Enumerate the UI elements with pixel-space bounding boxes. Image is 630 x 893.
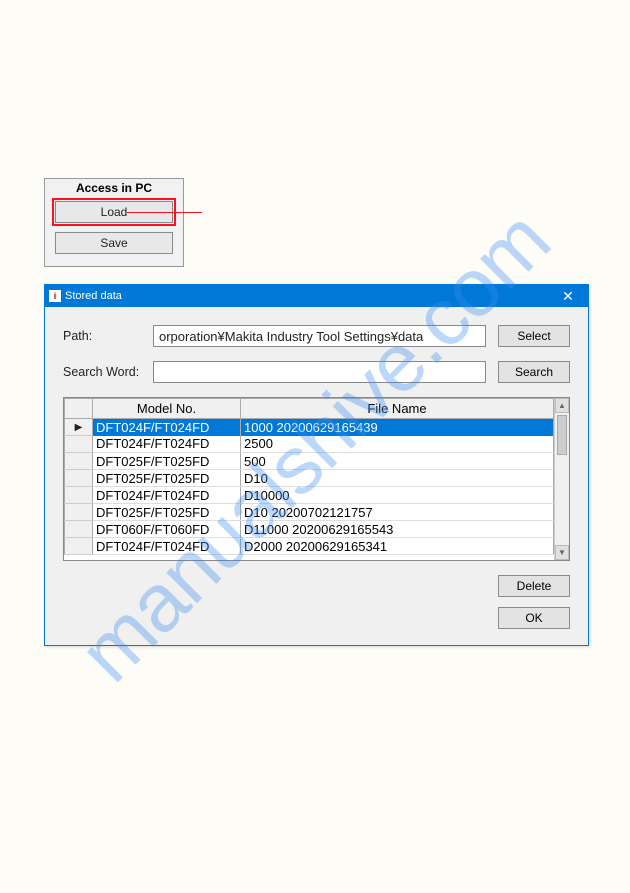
table-row[interactable]: DFT024F/FT024FD2500	[65, 436, 554, 453]
stored-data-dialog: i Stored data ✕ Path: Select Search Word…	[44, 284, 589, 646]
table-row[interactable]: DFT060F/FT060FDD11000 20200629165543	[65, 521, 554, 538]
cell-file: D10 20200702121757	[241, 504, 554, 521]
cell-model: DFT024F/FT024FD	[93, 436, 241, 453]
row-marker	[65, 470, 93, 487]
search-input[interactable]	[153, 361, 486, 383]
cell-file: 1000 20200629165439	[241, 419, 554, 436]
data-table: Model No. File Name ▶DFT024F/FT024FD1000…	[64, 398, 554, 555]
scroll-thumb[interactable]	[557, 415, 567, 455]
search-button[interactable]: Search	[498, 361, 570, 383]
delete-button[interactable]: Delete	[498, 575, 570, 597]
scrollbar: ▲ ▼	[554, 398, 569, 560]
cell-file: D10000	[241, 487, 554, 504]
scroll-down-button[interactable]: ▼	[555, 545, 569, 560]
cell-file: 2500	[241, 436, 554, 453]
access-panel: Access in PC Load Save	[44, 178, 184, 267]
cell-model: DFT024F/FT024FD	[93, 538, 241, 555]
row-marker	[65, 521, 93, 538]
callout-line	[127, 212, 202, 214]
cell-file: D11000 20200629165543	[241, 521, 554, 538]
search-word-label: Search Word:	[63, 365, 153, 379]
table-row[interactable]: DFT024F/FT024FDD10000	[65, 487, 554, 504]
cell-file: D10	[241, 470, 554, 487]
scroll-up-button[interactable]: ▲	[555, 398, 569, 413]
table-row[interactable]: DFT024F/FT024FDD2000 20200629165341	[65, 538, 554, 555]
cell-file: 500	[241, 453, 554, 470]
titlebar-text: Stored data	[65, 290, 122, 302]
close-icon: ✕	[562, 289, 574, 303]
cell-model: DFT024F/FT024FD	[93, 487, 241, 504]
select-button[interactable]: Select	[498, 325, 570, 347]
row-marker	[65, 453, 93, 470]
ok-button[interactable]: OK	[498, 607, 570, 629]
titlebar: i Stored data ✕	[45, 285, 588, 307]
save-button[interactable]: Save	[55, 232, 173, 254]
row-marker: ▶	[65, 419, 93, 436]
column-file[interactable]: File Name	[241, 399, 554, 419]
row-marker	[65, 487, 93, 504]
table-row[interactable]: ▶DFT024F/FT024FD1000 20200629165439	[65, 419, 554, 436]
cell-model: DFT025F/FT025FD	[93, 504, 241, 521]
cell-file: D2000 20200629165341	[241, 538, 554, 555]
column-model[interactable]: Model No.	[93, 399, 241, 419]
access-panel-title: Access in PC	[55, 181, 173, 195]
table-row[interactable]: DFT025F/FT025FD500	[65, 453, 554, 470]
row-marker	[65, 504, 93, 521]
row-marker	[65, 436, 93, 453]
cell-model: DFT025F/FT025FD	[93, 470, 241, 487]
row-marker	[65, 538, 93, 555]
path-label: Path:	[63, 329, 153, 343]
close-button[interactable]: ✕	[548, 285, 588, 307]
column-marker[interactable]	[65, 399, 93, 419]
table-row[interactable]: DFT025F/FT025FDD10	[65, 470, 554, 487]
data-table-container: Model No. File Name ▶DFT024F/FT024FD1000…	[63, 397, 570, 561]
cell-model: DFT024F/FT024FD	[93, 419, 241, 436]
table-row[interactable]: DFT025F/FT025FDD10 20200702121757	[65, 504, 554, 521]
cell-model: DFT060F/FT060FD	[93, 521, 241, 538]
path-input[interactable]	[153, 325, 486, 347]
cell-model: DFT025F/FT025FD	[93, 453, 241, 470]
app-icon: i	[49, 290, 61, 302]
